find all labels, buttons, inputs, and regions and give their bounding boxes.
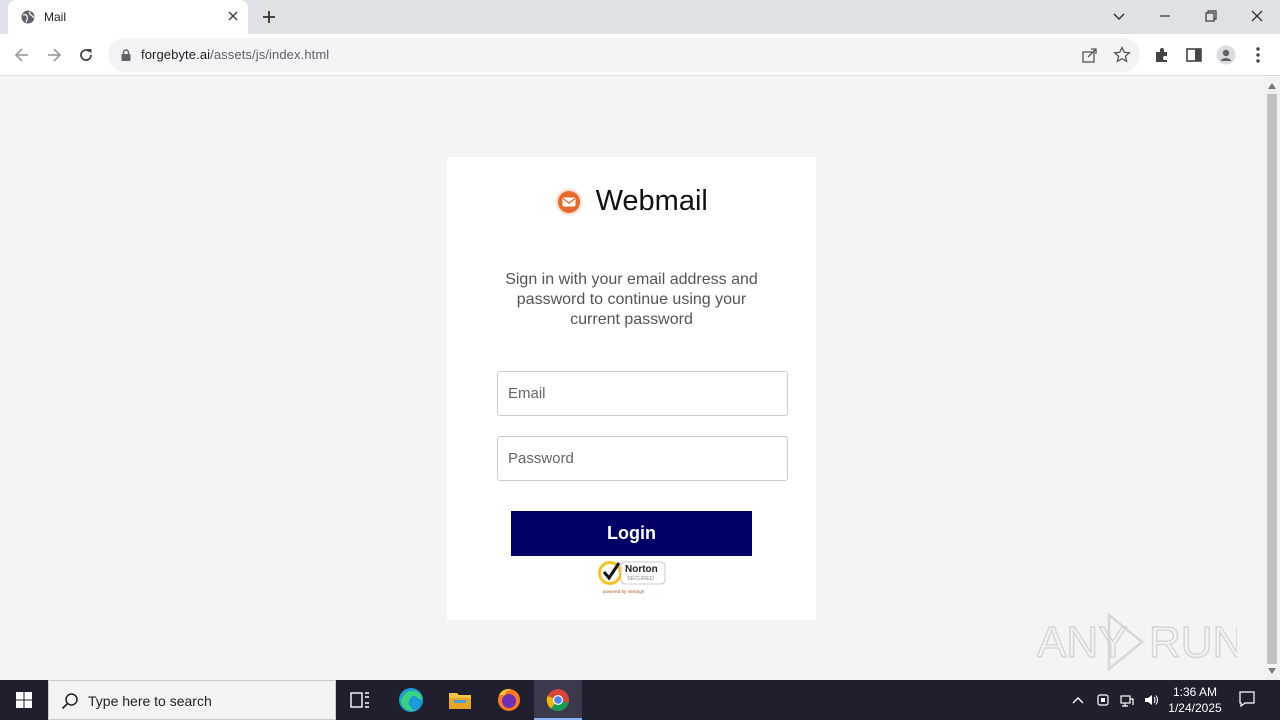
svg-text:ANY: ANY (1037, 618, 1127, 667)
brand-title: Webmail (595, 185, 708, 217)
badge-label: Norton (625, 564, 658, 575)
page-scrollbar[interactable] (1264, 77, 1280, 680)
reload-icon[interactable] (76, 45, 96, 65)
volume-icon[interactable] (1143, 692, 1159, 708)
new-tab-icon[interactable] (260, 8, 278, 26)
mail-logo-icon (555, 188, 583, 215)
network-icon[interactable] (1119, 692, 1135, 708)
share-icon[interactable] (1081, 46, 1099, 64)
badge-sub: SECURED (627, 576, 654, 582)
tray-chevron-up-icon[interactable] (1070, 692, 1086, 708)
svg-text:RUN: RUN (1149, 618, 1237, 667)
extensions-icon[interactable] (1152, 45, 1172, 65)
edge-browser-icon[interactable] (387, 680, 435, 720)
restore-icon[interactable] (1201, 6, 1221, 26)
login-button[interactable]: Login (511, 511, 752, 556)
menu-kebab-icon[interactable] (1248, 45, 1268, 65)
close-window-icon[interactable] (1247, 6, 1267, 26)
norton-secured-badge: Norton SECURED powered by VeriSign (598, 561, 666, 594)
brand-header: Webmail (447, 185, 816, 218)
side-panel-icon[interactable] (1184, 45, 1204, 65)
password-input[interactable] (497, 436, 788, 481)
anyrun-watermark: ANY RUN (1037, 612, 1237, 672)
address-bar[interactable]: forgebyte.ai/assets/js/index.html (108, 38, 1140, 72)
clock-time: 1:36 AM (1172, 685, 1218, 699)
badge-powered: powered by VeriSign (603, 589, 645, 594)
file-explorer-icon[interactable] (436, 680, 484, 720)
task-view-icon[interactable] (336, 680, 384, 720)
forward-icon[interactable] (44, 45, 64, 65)
bookmark-star-icon[interactable] (1113, 46, 1131, 64)
scroll-thumb[interactable] (1267, 94, 1277, 664)
tab-strip: Mail (0, 0, 1280, 34)
sign-in-instructions: Sign in with your email address and pass… (505, 271, 758, 328)
minimize-icon[interactable] (1155, 6, 1175, 26)
tab-title: Mail (44, 10, 67, 24)
login-card: Webmail Sign in with your email address … (447, 157, 816, 620)
email-input[interactable] (497, 371, 788, 416)
taskbar-search-box[interactable]: Type here to search (48, 680, 336, 720)
url-domain: forgebyte.ai (141, 47, 211, 62)
windows-taskbar: Type here to search 1:36 AM 1/24/2025 (0, 680, 1280, 720)
scroll-down-icon[interactable] (1268, 668, 1276, 674)
url-text: forgebyte.ai/assets/js/index.html (141, 47, 329, 62)
browser-tab[interactable]: Mail (8, 0, 248, 34)
chrome-icon (546, 689, 569, 711)
meet-now-icon[interactable] (1095, 692, 1111, 708)
globe-icon (21, 10, 35, 24)
browser-toolbar: forgebyte.ai/assets/js/index.html (0, 34, 1280, 76)
notifications-icon[interactable] (1238, 690, 1256, 708)
profile-avatar-icon[interactable] (1216, 45, 1236, 65)
back-icon[interactable] (12, 45, 32, 65)
search-icon (61, 693, 78, 710)
system-clock[interactable]: 1:36 AM 1/24/2025 (1160, 684, 1230, 716)
firefox-icon[interactable] (485, 680, 533, 720)
chrome-taskbar-button[interactable] (534, 680, 582, 720)
scroll-up-icon[interactable] (1268, 83, 1276, 89)
page-viewport: Webmail Sign in with your email address … (0, 77, 1264, 680)
windows-start-icon[interactable] (0, 680, 48, 720)
clock-date: 1/24/2025 (1168, 701, 1222, 715)
close-tab-icon[interactable] (226, 9, 240, 23)
lock-icon[interactable] (120, 49, 132, 61)
tab-search-icon[interactable] (1109, 6, 1129, 26)
search-placeholder: Type here to search (88, 693, 212, 709)
url-path: /assets/js/index.html (210, 47, 330, 62)
